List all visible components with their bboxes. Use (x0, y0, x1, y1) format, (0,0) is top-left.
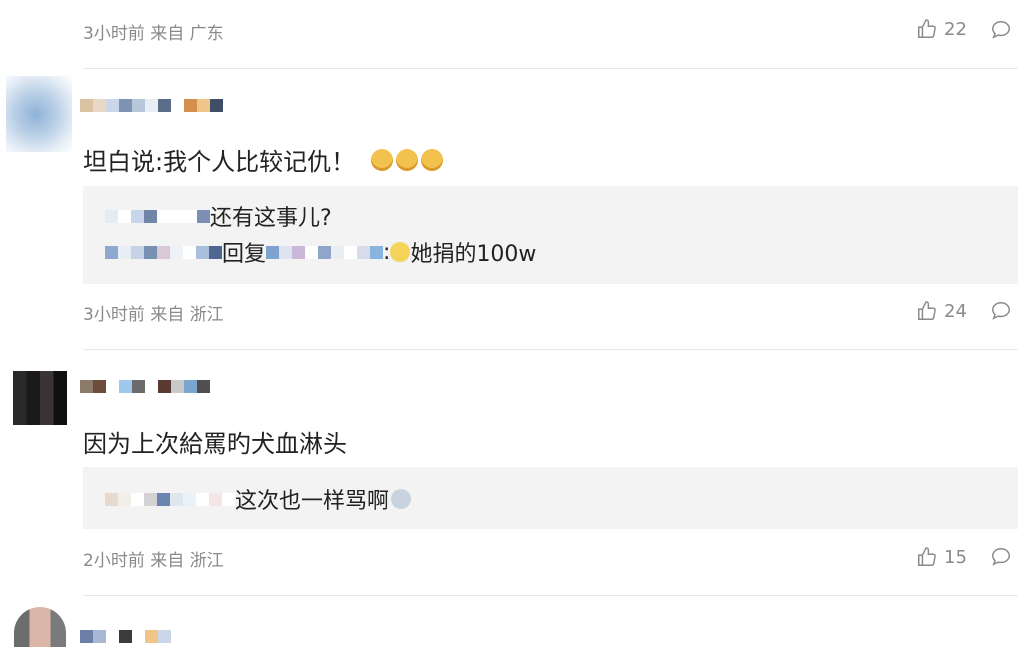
reply-separator: : (383, 239, 391, 265)
reply-target-username[interactable] (266, 245, 384, 259)
thumbs-up-icon (916, 546, 938, 568)
reply-list: 这次也一样骂啊 (83, 467, 1018, 529)
comment-meta: 3小时前 来自 浙江 (83, 305, 224, 325)
thumbs-up-icon (916, 300, 938, 322)
reply-username[interactable] (105, 492, 235, 506)
cat-face-emoji-icon (396, 148, 419, 171)
reply-item[interactable]: 这次也一样骂啊 (105, 483, 412, 515)
avatar[interactable] (14, 607, 66, 647)
comment-text: 因为上次給罵旳犬血淋头 (83, 430, 347, 458)
reply-text: 这次也一样骂啊 (235, 489, 390, 514)
reply-prefix: 回复 (222, 242, 267, 267)
comment-meta: 3小时前 来自 广东 (83, 24, 224, 44)
cat-face-emoji-icon (421, 148, 444, 171)
reply-text: 她捐的100w (410, 242, 537, 267)
thumbs-up-icon (916, 18, 938, 40)
like-button[interactable]: 22 (916, 18, 967, 40)
reply-button[interactable] (990, 19, 1012, 41)
comment-text: 坦白说:我个人比较记仇！ (83, 148, 356, 176)
like-count: 22 (944, 18, 967, 40)
divider (83, 595, 1018, 596)
reply-item[interactable]: 回复 : 她捐的100w (105, 236, 536, 268)
reply-username[interactable] (105, 209, 210, 223)
username[interactable] (80, 624, 171, 648)
comment-bubble-icon (990, 546, 1012, 568)
comment-bubble-icon (990, 19, 1012, 41)
comment-bubble-icon (990, 300, 1012, 322)
smirk-emoji-icon (390, 242, 411, 262)
like-button[interactable]: 15 (916, 546, 967, 568)
username[interactable] (80, 93, 223, 117)
cat-face-emoji-icon (371, 148, 394, 171)
like-count: 24 (944, 300, 967, 322)
like-button[interactable]: 24 (916, 300, 967, 322)
avatar[interactable] (6, 76, 72, 152)
reply-text: 还有这事儿? (210, 206, 332, 231)
divider (83, 349, 1018, 350)
username[interactable] (80, 374, 210, 398)
like-count: 15 (944, 546, 967, 568)
divider (83, 68, 1018, 69)
avatar[interactable] (13, 371, 67, 425)
face-emoji-icon (391, 489, 412, 509)
comment-meta: 2小时前 来自 浙江 (83, 551, 224, 571)
reply-username[interactable] (105, 245, 222, 259)
reply-button[interactable] (990, 300, 1012, 322)
reply-button[interactable] (990, 546, 1012, 568)
reply-item[interactable]: 还有这事儿? (105, 200, 332, 232)
reply-list: 还有这事儿? 回复 : 她捐的100w (83, 186, 1018, 284)
